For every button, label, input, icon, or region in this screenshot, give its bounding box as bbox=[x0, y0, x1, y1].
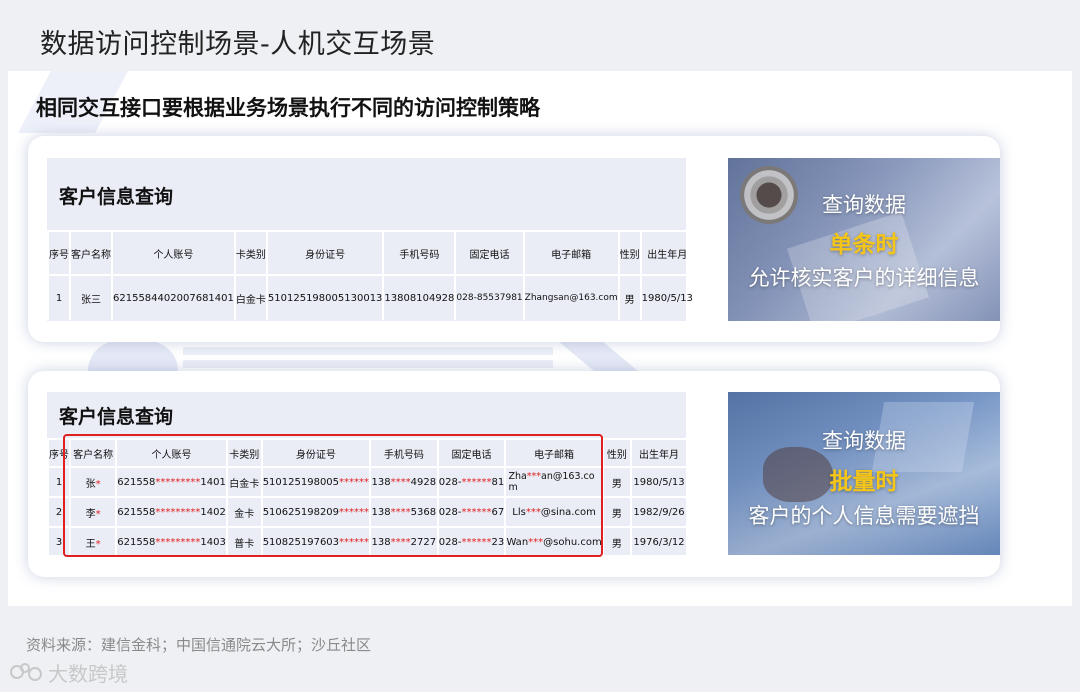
table-cell: 白金卡 bbox=[233, 274, 267, 320]
table-cell: 1980/5/13 bbox=[630, 466, 686, 497]
masked-fields-highlight-frame bbox=[63, 434, 603, 557]
table-title: 客户信息查询 bbox=[59, 406, 174, 428]
watermark-text: 大数跨境 bbox=[48, 662, 128, 686]
customer-table-panel: 客户信息查询 序号 客户名称 个人账号 卡类别 身份证号 手机号码 固定电话 电… bbox=[47, 158, 693, 321]
photo-caption-line1: 查询数据 bbox=[822, 193, 906, 217]
col-header: 个人账号 bbox=[111, 230, 235, 275]
col-header: 手机号码 bbox=[382, 230, 456, 275]
photo-single-query: 查询数据 单条时 允许核实客户的详细信息 bbox=[728, 158, 1000, 321]
table-header-row: 序号 客户名称 个人账号 卡类别 身份证号 手机号码 固定电话 电子邮箱 性别 … bbox=[47, 230, 693, 275]
section-subtitle: 相同交互接口要根据业务场景执行不同的访问控制策略 bbox=[36, 96, 540, 120]
photo-caption-highlight: 单条时 bbox=[829, 232, 899, 258]
table-row: 1 张三 6215584402007681401 白金卡 51012519800… bbox=[47, 274, 693, 320]
col-header: 固定电话 bbox=[454, 230, 524, 275]
source-note: 资料来源：建信金科；中国信通院云大所；沙丘社区 bbox=[26, 636, 372, 654]
table-title: 客户信息查询 bbox=[59, 186, 174, 208]
table-cell: 13808104928 bbox=[382, 274, 456, 320]
card-single-query: 客户信息查询 序号 客户名称 个人账号 卡类别 身份证号 手机号码 固定电话 电… bbox=[28, 136, 1000, 342]
table-cell: 张三 bbox=[69, 274, 112, 320]
decor-diamond bbox=[558, 341, 638, 371]
decor-stripe bbox=[183, 360, 553, 368]
col-header: 卡类别 bbox=[233, 230, 267, 275]
table-cell: 男 bbox=[617, 274, 641, 320]
watermark: 大数跨境 bbox=[8, 658, 128, 687]
table-cell: 1982/9/26 bbox=[630, 496, 686, 527]
photo-caption-highlight: 批量时 bbox=[829, 469, 899, 495]
table-cell: 510125198005130013 bbox=[265, 274, 384, 320]
col-header: 性别 bbox=[617, 230, 641, 275]
page-title: 数据访问控制场景-人机交互场景 bbox=[40, 29, 436, 60]
table-cell: 男 bbox=[601, 526, 632, 557]
decor-stripe bbox=[183, 347, 553, 355]
customer-table: 序号 客户名称 个人账号 卡类别 身份证号 手机号码 固定电话 电子邮箱 性别 … bbox=[47, 230, 693, 320]
table-cell: 028-85537981 bbox=[454, 274, 524, 320]
table-cell: Zhangsan@163.com bbox=[522, 274, 619, 320]
table-cell: 6215584402007681401 bbox=[111, 274, 235, 320]
photo-caption-line3: 允许核实客户的详细信息 bbox=[748, 266, 980, 290]
col-header: 出生年月 bbox=[630, 438, 686, 467]
watermark-logo-icon bbox=[8, 661, 44, 685]
col-header: 电子邮箱 bbox=[522, 230, 619, 275]
table-cell: 男 bbox=[601, 466, 632, 497]
col-header: 性别 bbox=[601, 438, 632, 467]
photo-caption-line3: 客户的个人信息需要遮挡 bbox=[748, 504, 980, 528]
col-header: 序号 bbox=[47, 230, 70, 275]
col-header: 身份证号 bbox=[265, 230, 384, 275]
col-header: 客户名称 bbox=[69, 230, 112, 275]
col-header: 出生年月 bbox=[639, 230, 693, 275]
table-cell: 1976/3/12 bbox=[630, 526, 686, 557]
table-cell: 1980/5/13 bbox=[639, 274, 693, 320]
table-cell: 男 bbox=[601, 496, 632, 527]
photo-caption-line1: 查询数据 bbox=[822, 429, 906, 453]
decor-half-circle bbox=[88, 341, 178, 371]
table-cell: 1 bbox=[47, 274, 70, 320]
photo-batch-query: 查询数据 批量时 客户的个人信息需要遮挡 bbox=[728, 392, 1000, 555]
